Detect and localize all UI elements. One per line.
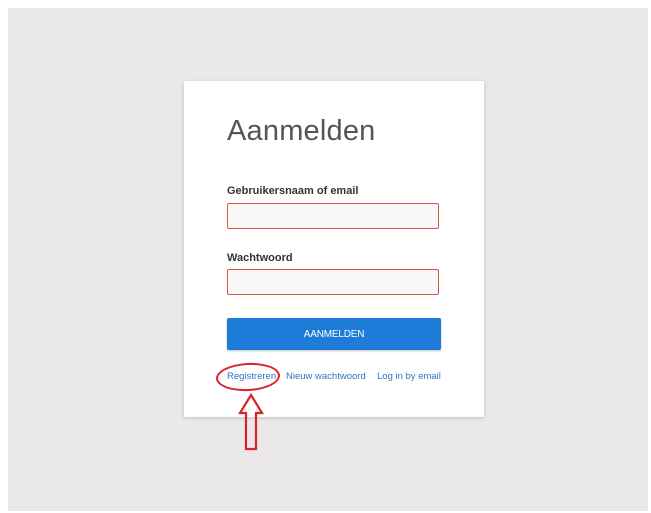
new-password-link[interactable]: Nieuw wachtwoord: [286, 371, 366, 382]
email-login-link[interactable]: Log in by email: [377, 371, 441, 382]
username-field[interactable]: [227, 203, 439, 229]
password-field[interactable]: [227, 269, 439, 295]
up-arrow-icon: [238, 393, 264, 451]
login-button[interactable]: AANMELDEN: [227, 318, 441, 350]
username-label: Gebruikersnaam of email: [227, 185, 359, 197]
password-label: Wachtwoord: [227, 252, 293, 264]
page-title: Aanmelden: [227, 115, 376, 147]
